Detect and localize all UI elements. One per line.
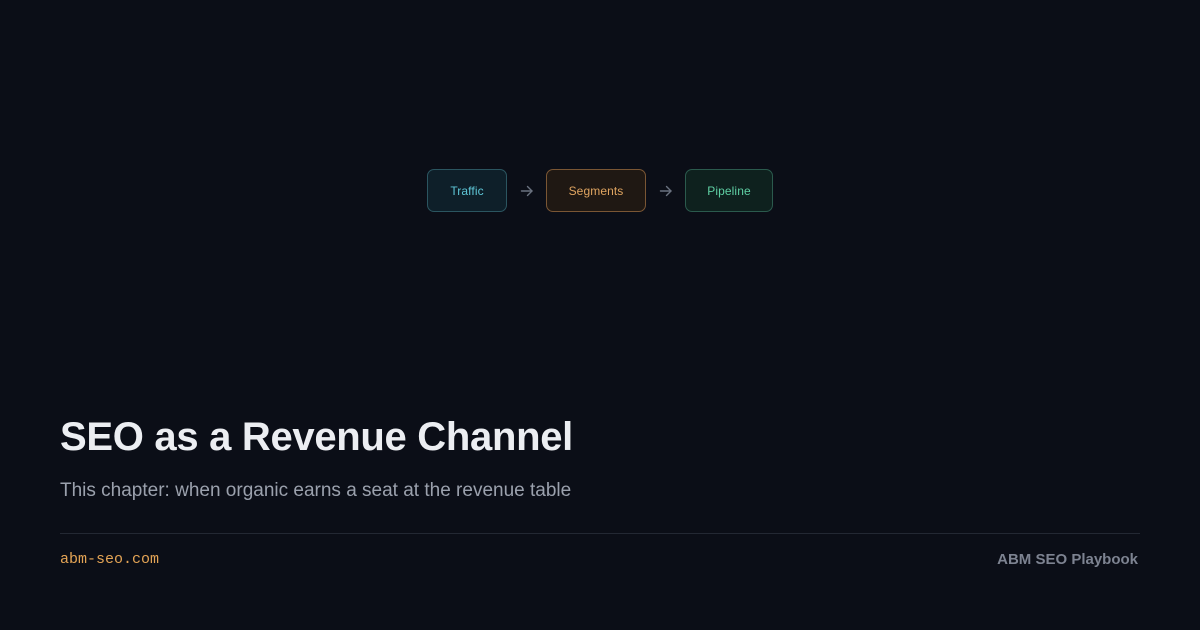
site-domain: abm-seo.com <box>60 551 160 568</box>
flow-node-label: Pipeline <box>707 183 751 198</box>
flow-diagram: Traffic Segments Pipeline <box>0 169 1200 212</box>
flow-node-label: Segments <box>568 183 624 198</box>
page-title: SEO as a Revenue Channel <box>60 415 573 459</box>
og-card: Traffic Segments Pipeline SEO as a Reven… <box>0 0 1200 630</box>
flow-node-label: Traffic <box>450 183 484 198</box>
flow-node-segments: Segments <box>546 169 646 212</box>
page-subtitle: This chapter: when organic earns a seat … <box>60 480 572 501</box>
arrow-right-icon <box>646 185 685 197</box>
flow-node-pipeline: Pipeline <box>685 169 773 212</box>
flow-node-traffic: Traffic <box>427 169 507 212</box>
arrow-right-icon <box>507 185 546 197</box>
brand-name: ABM SEO Playbook <box>997 551 1138 568</box>
footer-divider <box>60 533 1140 534</box>
